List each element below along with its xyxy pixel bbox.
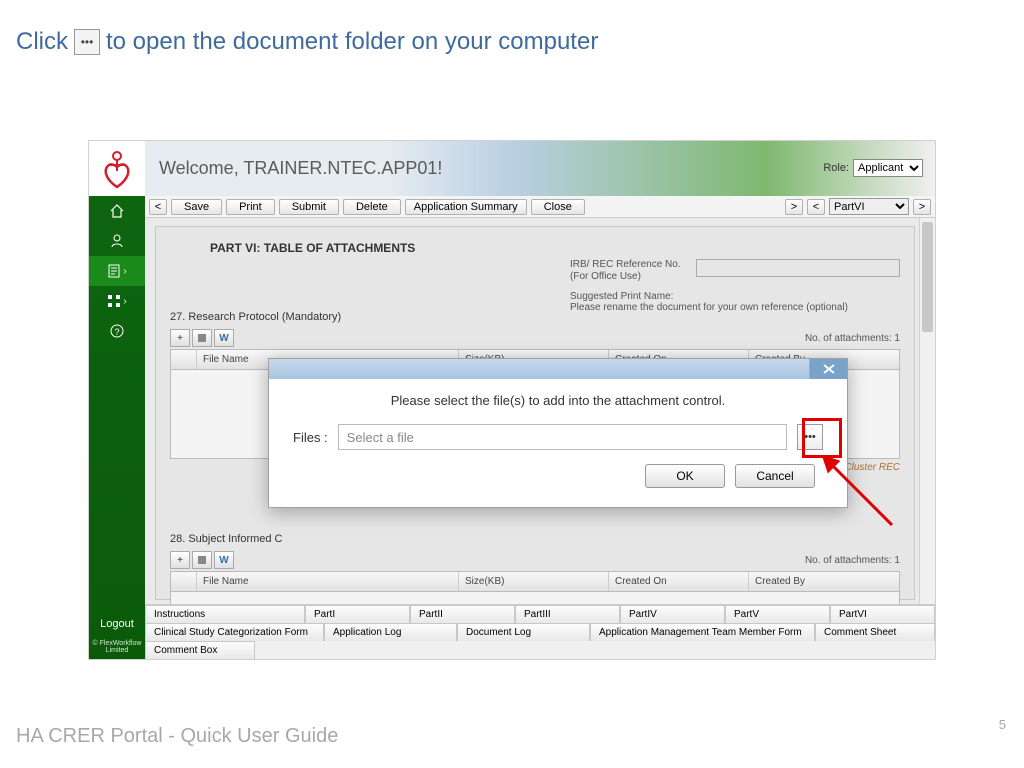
nav-user[interactable] <box>89 226 145 256</box>
save-attachment-button[interactable] <box>192 329 212 347</box>
browse-button[interactable]: ••• <box>797 424 823 450</box>
tab-comment-sheet[interactable]: Comment Sheet <box>815 623 935 641</box>
welcome-text: Welcome, TRAINER.NTEC.APP01! <box>159 158 442 179</box>
file-select-dialog: Please select the file(s) to add into th… <box>268 358 848 508</box>
ref-label-2: (For Office Use) <box>570 271 690 283</box>
save-attachment-button-2[interactable] <box>192 551 212 569</box>
dialog-close-button[interactable] <box>809 359 847 379</box>
file-input[interactable]: Select a file <box>338 424 787 450</box>
footer-title: HA CRER Portal - Quick User Guide <box>16 725 338 748</box>
scrollbar[interactable] <box>919 218 935 604</box>
col-created-by-2: Created By <box>749 572 899 591</box>
col-created-on-2: Created On <box>609 572 749 591</box>
close-icon <box>822 364 836 374</box>
home-icon <box>109 203 125 219</box>
tab-part1[interactable]: PartI <box>305 605 410 623</box>
tb-prev[interactable]: < <box>149 199 167 215</box>
reference-row: IRB/ REC Reference No. (For Office Use) <box>570 259 900 283</box>
heart-person-icon <box>99 149 135 189</box>
tb-prev-section[interactable]: < <box>807 199 825 215</box>
cancel-button[interactable]: Cancel <box>735 464 815 488</box>
role-label: Role: <box>823 162 849 174</box>
add-attachment-button[interactable]: + <box>170 329 190 347</box>
word-attachment-button[interactable]: W <box>214 329 234 347</box>
nav-help[interactable]: ? <box>89 316 145 346</box>
print-button[interactable]: Print <box>226 199 275 215</box>
attachment-table-28: File Name Size(KB) Created On Created By <box>170 571 900 604</box>
dialog-text: Please select the file(s) to add into th… <box>293 393 823 408</box>
help-icon: ? <box>109 323 125 339</box>
submit-button[interactable]: Submit <box>279 199 339 215</box>
tab-part5[interactable]: PartV <box>725 605 830 623</box>
role-select[interactable]: Applicant <box>853 159 923 177</box>
form-toolbar: < Save Print Submit Delete Application S… <box>145 196 935 218</box>
grid-icon <box>107 294 121 308</box>
ellipsis-icon: ••• <box>804 431 816 443</box>
attachment-count: No. of attachments: 1 <box>805 333 900 344</box>
close-button[interactable]: Close <box>531 199 585 215</box>
files-label: Files : <box>293 430 328 445</box>
tab-part3[interactable]: PartIII <box>515 605 620 623</box>
chevron-right-icon: › <box>123 266 126 277</box>
ok-button[interactable]: OK <box>645 464 725 488</box>
page-number: 5 <box>999 717 1006 732</box>
form-title: PART VI: TABLE OF ATTACHMENTS <box>210 241 900 255</box>
save-button[interactable]: Save <box>171 199 222 215</box>
nav-form[interactable]: › <box>89 256 145 286</box>
add-attachment-button-2[interactable]: + <box>170 551 190 569</box>
tab-part4[interactable]: PartIV <box>620 605 725 623</box>
tb-next-section[interactable]: > <box>785 199 803 215</box>
tab-app-log[interactable]: Application Log <box>324 623 457 641</box>
nav-home[interactable] <box>89 196 145 226</box>
logout-link[interactable]: Logout <box>89 612 145 636</box>
question-28: 28. Subject Informed C <box>170 533 900 545</box>
person-icon <box>109 233 125 249</box>
file-placeholder: Select a file <box>347 430 414 445</box>
tb-next[interactable]: > <box>913 199 931 215</box>
tab-part6[interactable]: PartVI <box>830 605 935 623</box>
svg-text:?: ? <box>114 327 119 337</box>
tab-comment-box[interactable]: Comment Box <box>145 641 255 659</box>
ellipsis-icon: ••• <box>74 29 100 55</box>
sidebar: › › ? Logout © FlexWorkflow Limited <box>89 196 145 659</box>
delete-button[interactable]: Delete <box>343 199 401 215</box>
word-attachment-button-2[interactable]: W <box>214 551 234 569</box>
attachment-count-2: No. of attachments: 1 <box>805 555 900 566</box>
dialog-titlebar <box>269 359 847 379</box>
col-size-2: Size(KB) <box>459 572 609 591</box>
chevron-right-icon: › <box>123 296 126 307</box>
bottom-tabs: Instructions PartI PartII PartIII PartIV… <box>145 604 935 659</box>
section-select[interactable]: PartVI <box>829 198 909 215</box>
clipboard-icon <box>107 263 121 279</box>
instruction-prefix: Click <box>16 28 68 56</box>
disk-icon <box>197 555 207 565</box>
banner: Welcome, TRAINER.NTEC.APP01! Role: Appli… <box>89 141 935 196</box>
instruction-suffix: to open the document folder on your comp… <box>106 28 598 56</box>
summary-button[interactable]: Application Summary <box>405 199 527 215</box>
logo <box>89 141 145 196</box>
tab-part2[interactable]: PartII <box>410 605 515 623</box>
disk-icon <box>197 333 207 343</box>
nav-grid[interactable]: › <box>89 286 145 316</box>
col-filename-2: File Name <box>197 572 459 591</box>
tab-team-form[interactable]: Application Management Team Member Form <box>590 623 815 641</box>
tab-doc-log[interactable]: Document Log <box>457 623 590 641</box>
tab-instructions[interactable]: Instructions <box>145 605 305 623</box>
ref-label-1: IRB/ REC Reference No. <box>570 259 690 271</box>
suggested-print-name: Suggested Print Name: Please rename the … <box>570 291 900 313</box>
reference-input[interactable] <box>696 259 900 277</box>
instruction-heading: Click ••• to open the document folder on… <box>16 28 598 56</box>
copyright: © FlexWorkflow Limited <box>89 636 145 659</box>
tab-categorization[interactable]: Clinical Study Categorization Form <box>145 623 324 641</box>
role-selector: Role: Applicant <box>823 159 923 177</box>
